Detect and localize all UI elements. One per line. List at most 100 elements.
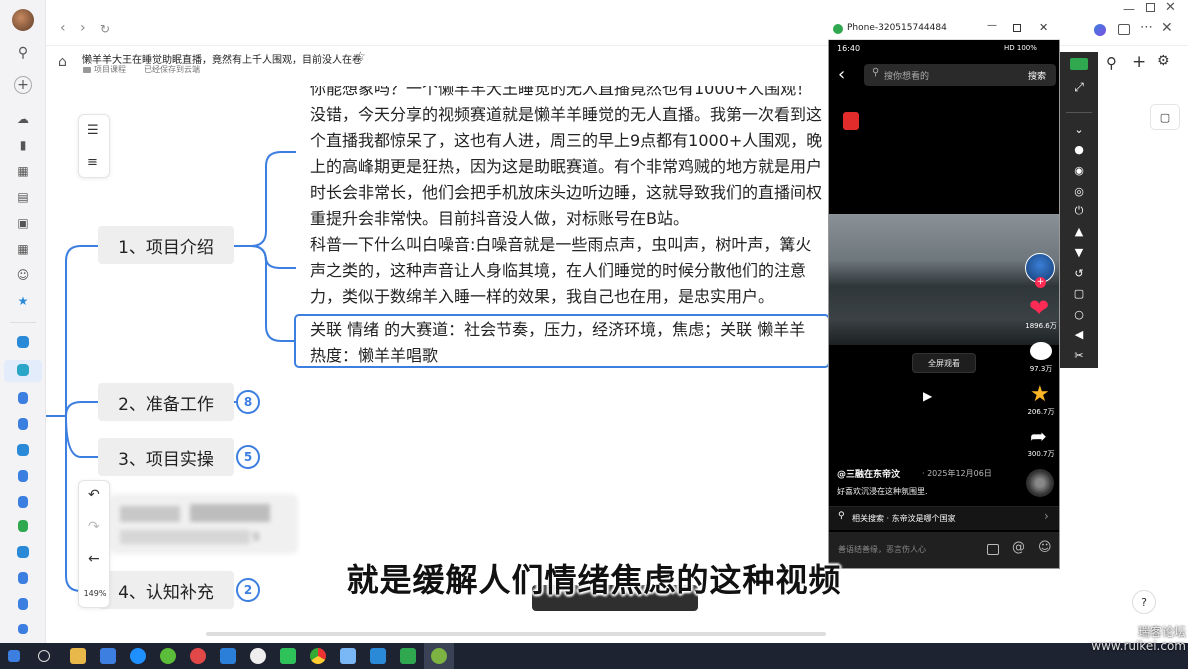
star-icon[interactable]: ☆: [355, 49, 366, 63]
comment-panel-icon[interactable]: ▢: [1150, 104, 1180, 130]
music-disc-icon[interactable]: [1026, 469, 1054, 497]
branch-project-intro[interactable]: 1、项目介绍: [98, 226, 234, 264]
related-search-label[interactable]: 相关搜索 · 东帝汶是哪个国家: [852, 513, 956, 524]
back-arrow-icon[interactable]: ‹: [60, 20, 66, 36]
explorer-icon[interactable]: [70, 648, 86, 664]
eye-off-icon[interactable]: ◎: [1071, 184, 1087, 198]
rotate-icon[interactable]: ↺: [1071, 266, 1087, 280]
share-icon[interactable]: ★: [14, 292, 32, 310]
fullscreen-expand-icon[interactable]: ⤢: [1071, 80, 1087, 94]
folder-label[interactable]: 项目课程: [94, 64, 126, 75]
blurred-node[interactable]: 9: [110, 494, 298, 554]
volume-down-icon[interactable]: ▼: [1071, 245, 1087, 259]
ai-assistant-icon[interactable]: [1094, 24, 1106, 36]
home-icon[interactable]: ⌂: [58, 54, 67, 70]
table-icon[interactable]: ▣: [14, 214, 32, 232]
apps-icon[interactable]: ▦: [14, 240, 32, 258]
doc-item-icon[interactable]: [18, 392, 28, 404]
app-icon[interactable]: [400, 648, 416, 664]
back-button[interactable]: ‹: [838, 64, 845, 85]
favorite-star-icon[interactable]: ★: [1030, 382, 1050, 407]
chrome-icon[interactable]: [310, 648, 326, 664]
power-icon[interactable]: ⏻: [1071, 204, 1087, 218]
header-add-icon[interactable]: +: [1132, 52, 1146, 72]
phone-maximize-icon[interactable]: [1013, 24, 1021, 32]
add-icon[interactable]: +: [14, 76, 32, 94]
edge-icon[interactable]: [130, 648, 146, 664]
app-icon[interactable]: [250, 648, 266, 664]
window-icon[interactable]: [1118, 24, 1130, 35]
app-icon[interactable]: [370, 648, 386, 664]
phone-close-icon[interactable]: ✕: [1039, 21, 1048, 34]
branch-preparation[interactable]: 2、准备工作: [98, 383, 234, 421]
circle-home-icon[interactable]: ○: [1071, 307, 1087, 321]
start-icon[interactable]: [8, 650, 20, 662]
search-icon[interactable]: ⚲: [14, 44, 32, 62]
calendar-icon[interactable]: ▦: [14, 162, 32, 180]
phone-minimize-icon[interactable]: —: [987, 20, 997, 31]
scissors-icon[interactable]: ✂: [1071, 348, 1087, 362]
window-close-icon[interactable]: ✕: [1165, 0, 1176, 15]
child-count-badge[interactable]: 8: [236, 390, 260, 414]
wechat-icon[interactable]: [280, 648, 296, 664]
record-icon[interactable]: ●: [1071, 142, 1087, 156]
cloud-icon[interactable]: ☁: [14, 110, 32, 128]
share-arrow-icon[interactable]: ➦: [1030, 424, 1047, 448]
header-settings-icon[interactable]: ⚙: [1157, 53, 1170, 69]
comment-icon[interactable]: [1030, 342, 1052, 360]
video-icon[interactable]: ▮: [14, 136, 32, 154]
mention-icon[interactable]: @: [1012, 540, 1025, 555]
doc-icon[interactable]: ▤: [14, 188, 32, 206]
image-icon[interactable]: [987, 544, 999, 555]
user-avatar[interactable]: [12, 9, 34, 31]
phone-app-taskbar-icon[interactable]: [431, 648, 447, 664]
more-icon[interactable]: ⋯: [1140, 20, 1153, 35]
app-icon[interactable]: [160, 648, 176, 664]
doc-item-icon[interactable]: [17, 364, 29, 376]
intro-paragraph[interactable]: 你能想象吗？一个懒羊羊大王睡觉的无人直播竟然也有1000+人围观！没错，今天分享…: [310, 86, 826, 232]
doc-item-icon[interactable]: [18, 496, 28, 508]
panel-logo-icon[interactable]: [1070, 58, 1088, 70]
branch-practice[interactable]: 3、项目实操: [98, 438, 234, 476]
search-taskbar-icon[interactable]: [38, 650, 50, 662]
search-placeholder: 搜你想看的: [884, 72, 930, 82]
restore-icon[interactable]: [1146, 3, 1155, 12]
doc-item-icon[interactable]: [17, 444, 29, 456]
eye-icon[interactable]: ◉: [1071, 163, 1087, 177]
forward-arrow-icon[interactable]: ›: [80, 20, 86, 36]
redo-icon[interactable]: ↷: [88, 519, 100, 535]
doc-item-icon[interactable]: [18, 624, 28, 634]
red-packet-icon[interactable]: [843, 112, 859, 130]
undo-icon[interactable]: ↶: [88, 487, 100, 503]
app-icon[interactable]: [190, 648, 206, 664]
app-icon[interactable]: [340, 648, 356, 664]
author-name[interactable]: @三融在东帝汶: [837, 467, 900, 480]
collapse-down-icon[interactable]: ⌄: [1071, 122, 1087, 136]
header-search-icon[interactable]: ⚲: [1106, 54, 1117, 72]
search-icon: ⚲: [872, 67, 880, 78]
square-icon[interactable]: ▢: [1071, 286, 1087, 300]
volume-up-icon[interactable]: ▲: [1071, 224, 1087, 238]
child-count-badge[interactable]: 5: [236, 445, 260, 469]
doc-item-icon[interactable]: [17, 336, 29, 348]
related-topics-node[interactable]: 关联 情绪 的大赛道：社会节奏，压力，经济环境，焦虑；关联 懒羊羊热度：懒羊羊唱…: [294, 314, 830, 368]
refresh-icon[interactable]: ↻: [100, 22, 110, 36]
app-icon[interactable]: [100, 648, 116, 664]
structure-icon[interactable]: ≡: [87, 155, 98, 170]
emoji-icon[interactable]: ☺: [1038, 540, 1052, 555]
like-heart-icon[interactable]: ❤: [1029, 294, 1049, 322]
sheet-item-icon[interactable]: [18, 520, 28, 532]
contacts-icon[interactable]: ☺: [14, 266, 32, 284]
horizontal-scrollbar[interactable]: [206, 632, 826, 636]
doc-item-icon[interactable]: [18, 470, 28, 482]
outline-icon[interactable]: ☰: [87, 123, 99, 138]
search-button[interactable]: 搜索: [1028, 69, 1046, 82]
back-triangle-icon[interactable]: ◀: [1071, 327, 1087, 341]
doc-item-icon[interactable]: [18, 418, 28, 430]
fullscreen-button[interactable]: 全屏观看: [912, 353, 976, 373]
app-icon[interactable]: [220, 648, 236, 664]
close-icon[interactable]: ✕: [1161, 20, 1173, 36]
follow-plus-icon[interactable]: +: [1035, 277, 1046, 288]
white-noise-paragraph[interactable]: 科普一下什么叫白噪音:白噪音就是一些雨点声，虫叫声，树叶声，篝火声之类的，这种声…: [310, 232, 826, 310]
minimize-icon[interactable]: —: [1123, 2, 1135, 16]
